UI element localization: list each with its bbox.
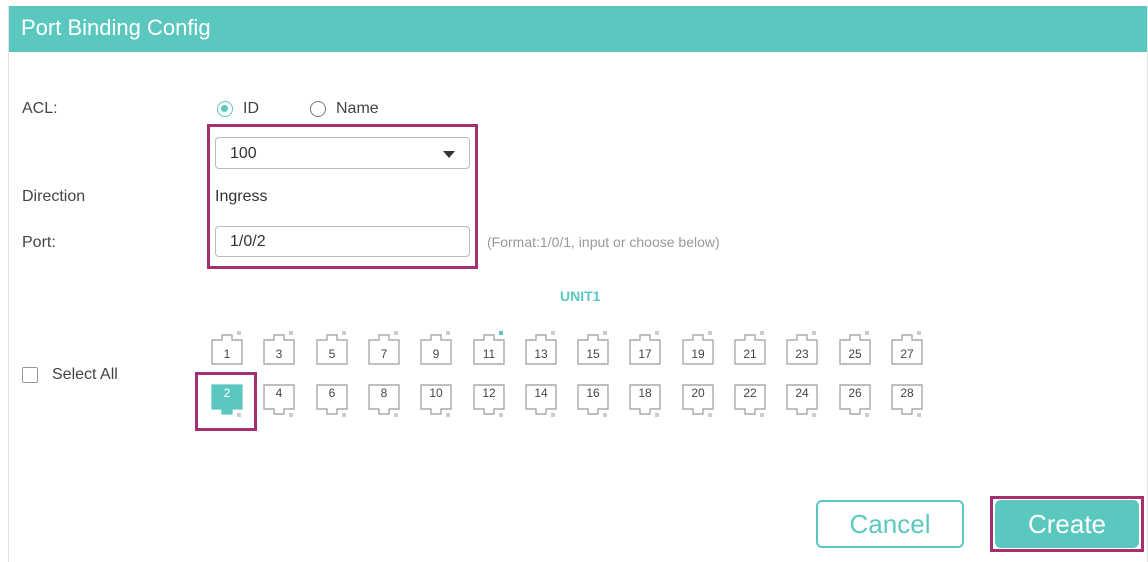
unit-label: UNIT1 — [560, 288, 601, 304]
port-10[interactable]: 10 — [419, 383, 453, 419]
port-19[interactable]: 19 — [681, 330, 715, 366]
acl-radio-name[interactable]: Name — [310, 100, 379, 118]
port-7[interactable]: 7 — [367, 330, 401, 366]
port-number: 24 — [795, 386, 809, 400]
port-number: 5 — [328, 347, 336, 361]
port-18[interactable]: 18 — [628, 383, 662, 419]
port-number: 1 — [223, 347, 231, 361]
port-3[interactable]: 3 — [262, 330, 296, 366]
port-1[interactable]: 1 — [210, 330, 244, 366]
acl-radio-name-label: Name — [336, 100, 379, 117]
port-12[interactable]: 12 — [472, 383, 506, 419]
port-binding-dialog: Port Binding Config — [8, 6, 1148, 562]
port-number: 12 — [482, 386, 496, 400]
port-13[interactable]: 13 — [524, 330, 558, 366]
radio-selected-icon — [217, 101, 233, 117]
port-number: 17 — [638, 347, 652, 361]
port-number: 28 — [900, 386, 914, 400]
port-number: 26 — [848, 386, 862, 400]
port-label: Port: — [22, 234, 56, 251]
dialog-title: Port Binding Config — [21, 15, 211, 40]
select-all-label: Select All — [52, 366, 118, 383]
select-all-checkbox[interactable]: Select All — [22, 366, 118, 384]
port-number: 22 — [743, 386, 757, 400]
port-23[interactable]: 23 — [785, 330, 819, 366]
port-number: 18 — [638, 386, 652, 400]
port-number: 8 — [380, 386, 388, 400]
port-8[interactable]: 8 — [367, 383, 401, 419]
port-number: 9 — [432, 347, 440, 361]
port-format-hint: (Format:1/0/1, input or choose below) — [487, 234, 720, 250]
port-number: 20 — [691, 386, 705, 400]
port-number: 11 — [482, 347, 496, 361]
cancel-button[interactable]: Cancel — [816, 500, 964, 548]
port-22[interactable]: 22 — [733, 383, 767, 419]
highlight-box-port-2 — [195, 372, 257, 431]
direction-label: Direction — [22, 188, 86, 205]
port-11[interactable]: 11 — [472, 330, 506, 366]
port-number: 23 — [795, 347, 809, 361]
port-20[interactable]: 20 — [681, 383, 715, 419]
radio-unselected-icon — [310, 101, 326, 117]
port-24[interactable]: 24 — [785, 383, 819, 419]
port-number: 7 — [380, 347, 388, 361]
port-number: 3 — [275, 347, 283, 361]
port-28[interactable]: 28 — [890, 383, 924, 419]
port-17[interactable]: 17 — [628, 330, 662, 366]
port-6[interactable]: 6 — [315, 383, 349, 419]
port-4[interactable]: 4 — [262, 383, 296, 419]
highlight-box-acl-port — [207, 124, 478, 269]
port-number: 16 — [586, 386, 600, 400]
port-16[interactable]: 16 — [576, 383, 610, 419]
port-number: 6 — [328, 386, 336, 400]
port-number: 15 — [586, 347, 600, 361]
port-9[interactable]: 9 — [419, 330, 453, 366]
port-25[interactable]: 25 — [838, 330, 872, 366]
port-26[interactable]: 26 — [838, 383, 872, 419]
port-number: 21 — [743, 347, 757, 361]
port-number: 13 — [534, 347, 548, 361]
port-number: 14 — [534, 386, 548, 400]
dialog-titlebar: Port Binding Config — [9, 6, 1147, 52]
port-number: 4 — [275, 386, 283, 400]
acl-radio-id-label: ID — [243, 100, 259, 117]
checkbox-icon — [22, 367, 38, 383]
highlight-box-create — [990, 496, 1144, 552]
port-5[interactable]: 5 — [315, 330, 349, 366]
acl-radio-id[interactable]: ID — [217, 100, 259, 118]
port-27[interactable]: 27 — [890, 330, 924, 366]
acl-label: ACL: — [22, 100, 58, 117]
port-21[interactable]: 21 — [733, 330, 767, 366]
port-15[interactable]: 15 — [576, 330, 610, 366]
port-number: 10 — [429, 386, 443, 400]
port-number: 27 — [900, 347, 914, 361]
port-14[interactable]: 14 — [524, 383, 558, 419]
port-number: 25 — [848, 347, 862, 361]
port-number: 19 — [691, 347, 705, 361]
